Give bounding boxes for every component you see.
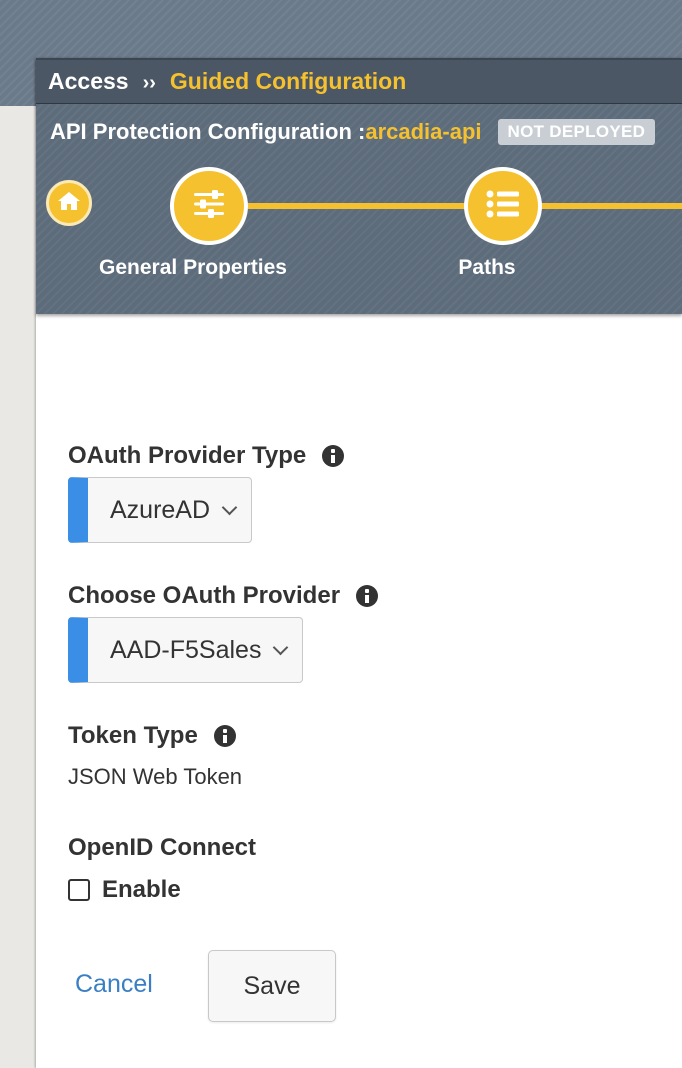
token-type-value: JSON Web Token [68, 764, 243, 789]
openid-connect-label-text: OpenID Connect [68, 834, 257, 861]
info-icon[interactable] [213, 725, 236, 747]
chevron-down-icon [221, 499, 238, 515]
sliders-icon [191, 189, 227, 224]
cancel-link[interactable]: Cancel [75, 970, 153, 999]
oauth-provider-label: Choose OAuth Provider [68, 582, 379, 610]
info-icon[interactable] [322, 445, 345, 467]
oauth-provider-type-label: OAuth Provider Type [68, 442, 345, 470]
openid-connect-label: OpenID Connect [68, 834, 256, 862]
token-type-label: Token Type [68, 722, 236, 750]
status-badge: NOT DEPLOYED [497, 119, 656, 145]
home-icon [57, 190, 81, 217]
config-name: arcadia-api [365, 119, 482, 144]
wizard-header: Access ›› Guided Configuration API Prote… [36, 58, 682, 314]
home-button[interactable] [46, 180, 92, 226]
step-paths[interactable] [464, 167, 542, 245]
breadcrumb-current: Guided Configuration [169, 68, 407, 94]
oauth-provider-type-value: AzureAD [110, 495, 211, 524]
openid-connect-enable-label[interactable]: Enable [102, 876, 181, 904]
oauth-provider-type-label-text: OAuth Provider Type [68, 442, 307, 469]
chevron-down-icon [273, 639, 289, 655]
save-button[interactable]: Save [208, 950, 336, 1022]
step-label-general-properties: General Properties [99, 256, 287, 279]
oauth-provider-select[interactable]: AAD-F5Sales [68, 617, 304, 683]
token-type-label-text: Token Type [68, 722, 198, 749]
oauth-provider-type-select[interactable]: AzureAD [68, 477, 253, 543]
breadcrumb-access-link[interactable]: Access [48, 68, 129, 95]
breadcrumb: Access ›› Guided Configuration [36, 58, 682, 104]
info-icon[interactable] [356, 585, 379, 607]
config-title-label: API Protection Configuration : [50, 119, 366, 144]
openid-connect-enable-row: Enable [68, 876, 181, 904]
step-general-properties[interactable] [170, 167, 248, 245]
oauth-provider-label-text: Choose OAuth Provider [68, 582, 341, 609]
openid-connect-enable-checkbox[interactable] [68, 879, 90, 901]
left-gutter [0, 106, 36, 1068]
list-icon [485, 189, 521, 224]
step-label-paths: Paths [458, 256, 516, 279]
breadcrumb-separator: ›› [142, 72, 156, 94]
oauth-provider-value: AAD-F5Sales [110, 635, 262, 664]
config-title: API Protection Configuration : arcadia-a… [50, 116, 656, 148]
